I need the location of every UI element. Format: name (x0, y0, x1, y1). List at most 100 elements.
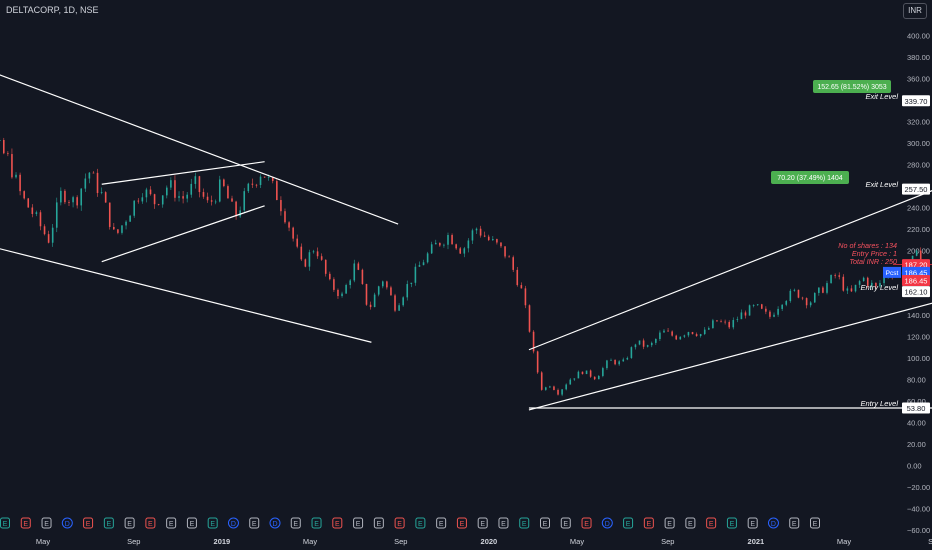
candle-body (760, 304, 763, 309)
candle-body (304, 259, 307, 267)
candle-body (577, 371, 580, 379)
candle-body (854, 284, 857, 292)
candle-body (88, 172, 91, 179)
candle-body (646, 345, 649, 347)
y-tick-label: −20.00 (907, 483, 930, 492)
exit-level-label-upper: Exit Level (865, 92, 898, 101)
candle-body (276, 181, 278, 201)
candle-body (797, 289, 800, 298)
candle-body (838, 275, 841, 277)
x-tick-label: 2020 (481, 537, 498, 546)
candle-body (349, 280, 351, 286)
candle-body (174, 180, 176, 198)
candle-body (300, 246, 303, 260)
candle-body (92, 172, 95, 174)
candle-body (826, 283, 828, 293)
candle-body (581, 371, 584, 375)
candle-body (125, 221, 127, 226)
x-tick-label: Sep (394, 537, 407, 546)
candle-body (170, 180, 172, 188)
candle-body (549, 386, 551, 388)
candle-body (545, 387, 547, 390)
candle-body (365, 283, 368, 305)
candle-body (100, 192, 103, 193)
candle-body (618, 361, 620, 365)
candle-body (251, 183, 254, 185)
candle-body (447, 235, 449, 245)
candle-body (117, 229, 119, 233)
x-tick-label: 2019 (214, 537, 231, 546)
candle-body (406, 284, 409, 298)
candle-body (369, 304, 372, 308)
candle-body (475, 228, 478, 231)
candle-body (263, 176, 266, 178)
event-marker-label: E (563, 521, 568, 528)
candle-body (724, 321, 726, 323)
candle-body (675, 335, 678, 340)
y-tick-label: 400.00 (907, 32, 930, 41)
event-marker-label: E (709, 521, 714, 528)
candle-body (740, 312, 743, 320)
candle-body (862, 277, 865, 282)
candle-body (292, 227, 294, 239)
y-tick-label: 100.00 (907, 354, 930, 363)
candle-body (508, 256, 510, 258)
candle-body (7, 153, 9, 155)
candle-body (492, 239, 494, 241)
candle-body (182, 196, 184, 199)
y-tick-label: 360.00 (907, 74, 930, 83)
candle-body (683, 335, 686, 337)
candle-body (663, 330, 665, 333)
candle-body (280, 200, 282, 212)
candle-body (329, 273, 331, 280)
candle-body (398, 305, 400, 311)
entry-level-label-bottom: Entry Level (860, 399, 898, 408)
candle-body (516, 269, 519, 286)
trend-line (0, 248, 372, 343)
candle-body (691, 332, 694, 335)
candle-body (638, 340, 641, 345)
candle-body (765, 308, 767, 312)
candle-body (463, 248, 466, 254)
event-marker-label: E (730, 521, 735, 528)
candle-body (386, 281, 388, 288)
candle-body (341, 293, 343, 297)
event-marker-label: E (335, 521, 340, 528)
candle-body (540, 372, 543, 390)
candle-body (166, 187, 168, 196)
candle-body (214, 201, 217, 203)
candle-body (137, 200, 140, 202)
y-tick-label: 0.00 (907, 461, 922, 470)
candle-body (769, 311, 771, 317)
event-marker-label: E (252, 521, 257, 528)
candle-body (748, 305, 751, 316)
event-marker-label: E (688, 521, 693, 528)
candle-body (712, 320, 714, 329)
candle-body (414, 266, 417, 283)
candle-body (622, 359, 625, 362)
candle-body (2, 139, 5, 154)
candle-body (809, 302, 812, 306)
candle-body (773, 314, 775, 317)
y-tick-label: 140.00 (907, 311, 930, 320)
candle-body (60, 190, 62, 203)
candle-body (324, 259, 327, 274)
y-tick-label: 120.00 (907, 332, 930, 341)
event-marker-label: E (397, 521, 402, 528)
candle-body (218, 179, 221, 202)
candle-body (610, 359, 612, 361)
candle-body (695, 334, 698, 337)
candle-body (113, 226, 115, 230)
candle-body (422, 262, 425, 266)
event-marker-label: E (86, 521, 91, 528)
candle-body (190, 183, 193, 195)
price-chart[interactable]: 400.00380.00360.00340.00320.00300.00280.… (0, 0, 932, 550)
candle-body (614, 359, 616, 365)
candle-body (744, 312, 747, 316)
event-marker-label: D (605, 521, 610, 528)
candle-body (479, 228, 482, 236)
candle-body (500, 242, 502, 247)
candle-body (231, 198, 233, 202)
event-marker-label: E (584, 521, 589, 528)
y-tick-label: 80.00 (907, 375, 926, 384)
